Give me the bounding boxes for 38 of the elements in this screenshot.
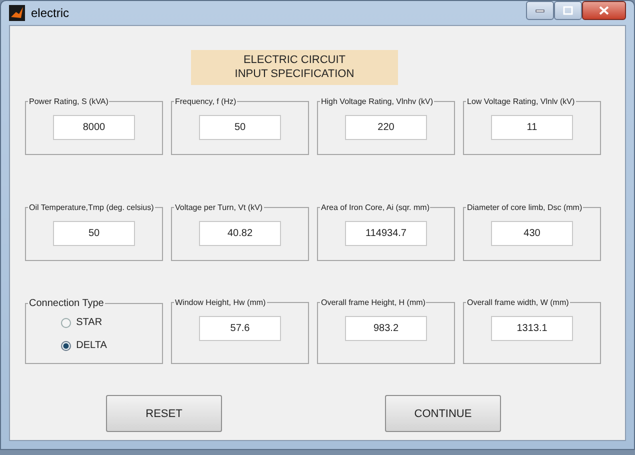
heading-banner: ELECTRIC CIRCUIT INPUT SPECIFICATION: [191, 50, 398, 85]
input-field[interactable]: 8000: [53, 115, 135, 140]
radio-button[interactable]: [61, 318, 72, 328]
action-button[interactable]: RESET: [106, 395, 222, 432]
input-field[interactable]: 11: [491, 115, 573, 140]
app-icon: [9, 5, 25, 21]
input-field[interactable]: 1313.1: [491, 316, 573, 341]
group-label: Window Height, Hw (mm): [174, 298, 267, 307]
close-icon: [599, 6, 609, 14]
group-label: Voltage per Turn, Vt (kV): [174, 203, 264, 212]
input-field[interactable]: 40.82: [199, 221, 281, 246]
maximize-icon: [563, 6, 573, 14]
minimize-icon: [535, 7, 545, 13]
action-button[interactable]: CONTINUE: [385, 395, 501, 432]
group-label: Frequency, f (Hz): [174, 97, 238, 106]
window-title: electric: [31, 6, 70, 20]
radio-label[interactable]: DELTA: [76, 340, 107, 351]
input-field[interactable]: 57.6: [199, 316, 281, 341]
group-label: Connection Type: [28, 298, 105, 309]
group-label: Low Voltage Rating, Vlnlv (kV): [466, 97, 576, 106]
close-button[interactable]: [582, 0, 626, 20]
input-field[interactable]: 983.2: [345, 316, 427, 341]
input-field[interactable]: 430: [491, 221, 573, 246]
input-field[interactable]: 114934.7: [345, 221, 427, 246]
radio-button[interactable]: [61, 340, 72, 350]
radio-label[interactable]: STAR: [76, 317, 102, 328]
input-field[interactable]: 50: [53, 221, 135, 246]
group-label: Power Rating, S (kVA): [28, 97, 110, 106]
group-label: Diameter of core limb, Dsc (mm): [466, 203, 584, 212]
group-label: Area of Iron Core, Ai (sqr. mm): [320, 203, 430, 212]
group-label: Oil Temperature,Tmp (deg. celsius): [28, 203, 155, 212]
input-field[interactable]: 50: [199, 115, 281, 140]
group-label: Overall frame Height, H (mm): [320, 298, 426, 307]
group-label: High Voltage Rating, Vlnhv (kV): [320, 97, 434, 106]
maximize-button[interactable]: [554, 0, 582, 20]
input-field[interactable]: 220: [345, 115, 427, 140]
group-label: Overall frame width, W (mm): [466, 298, 570, 307]
minimize-button[interactable]: [526, 0, 554, 20]
